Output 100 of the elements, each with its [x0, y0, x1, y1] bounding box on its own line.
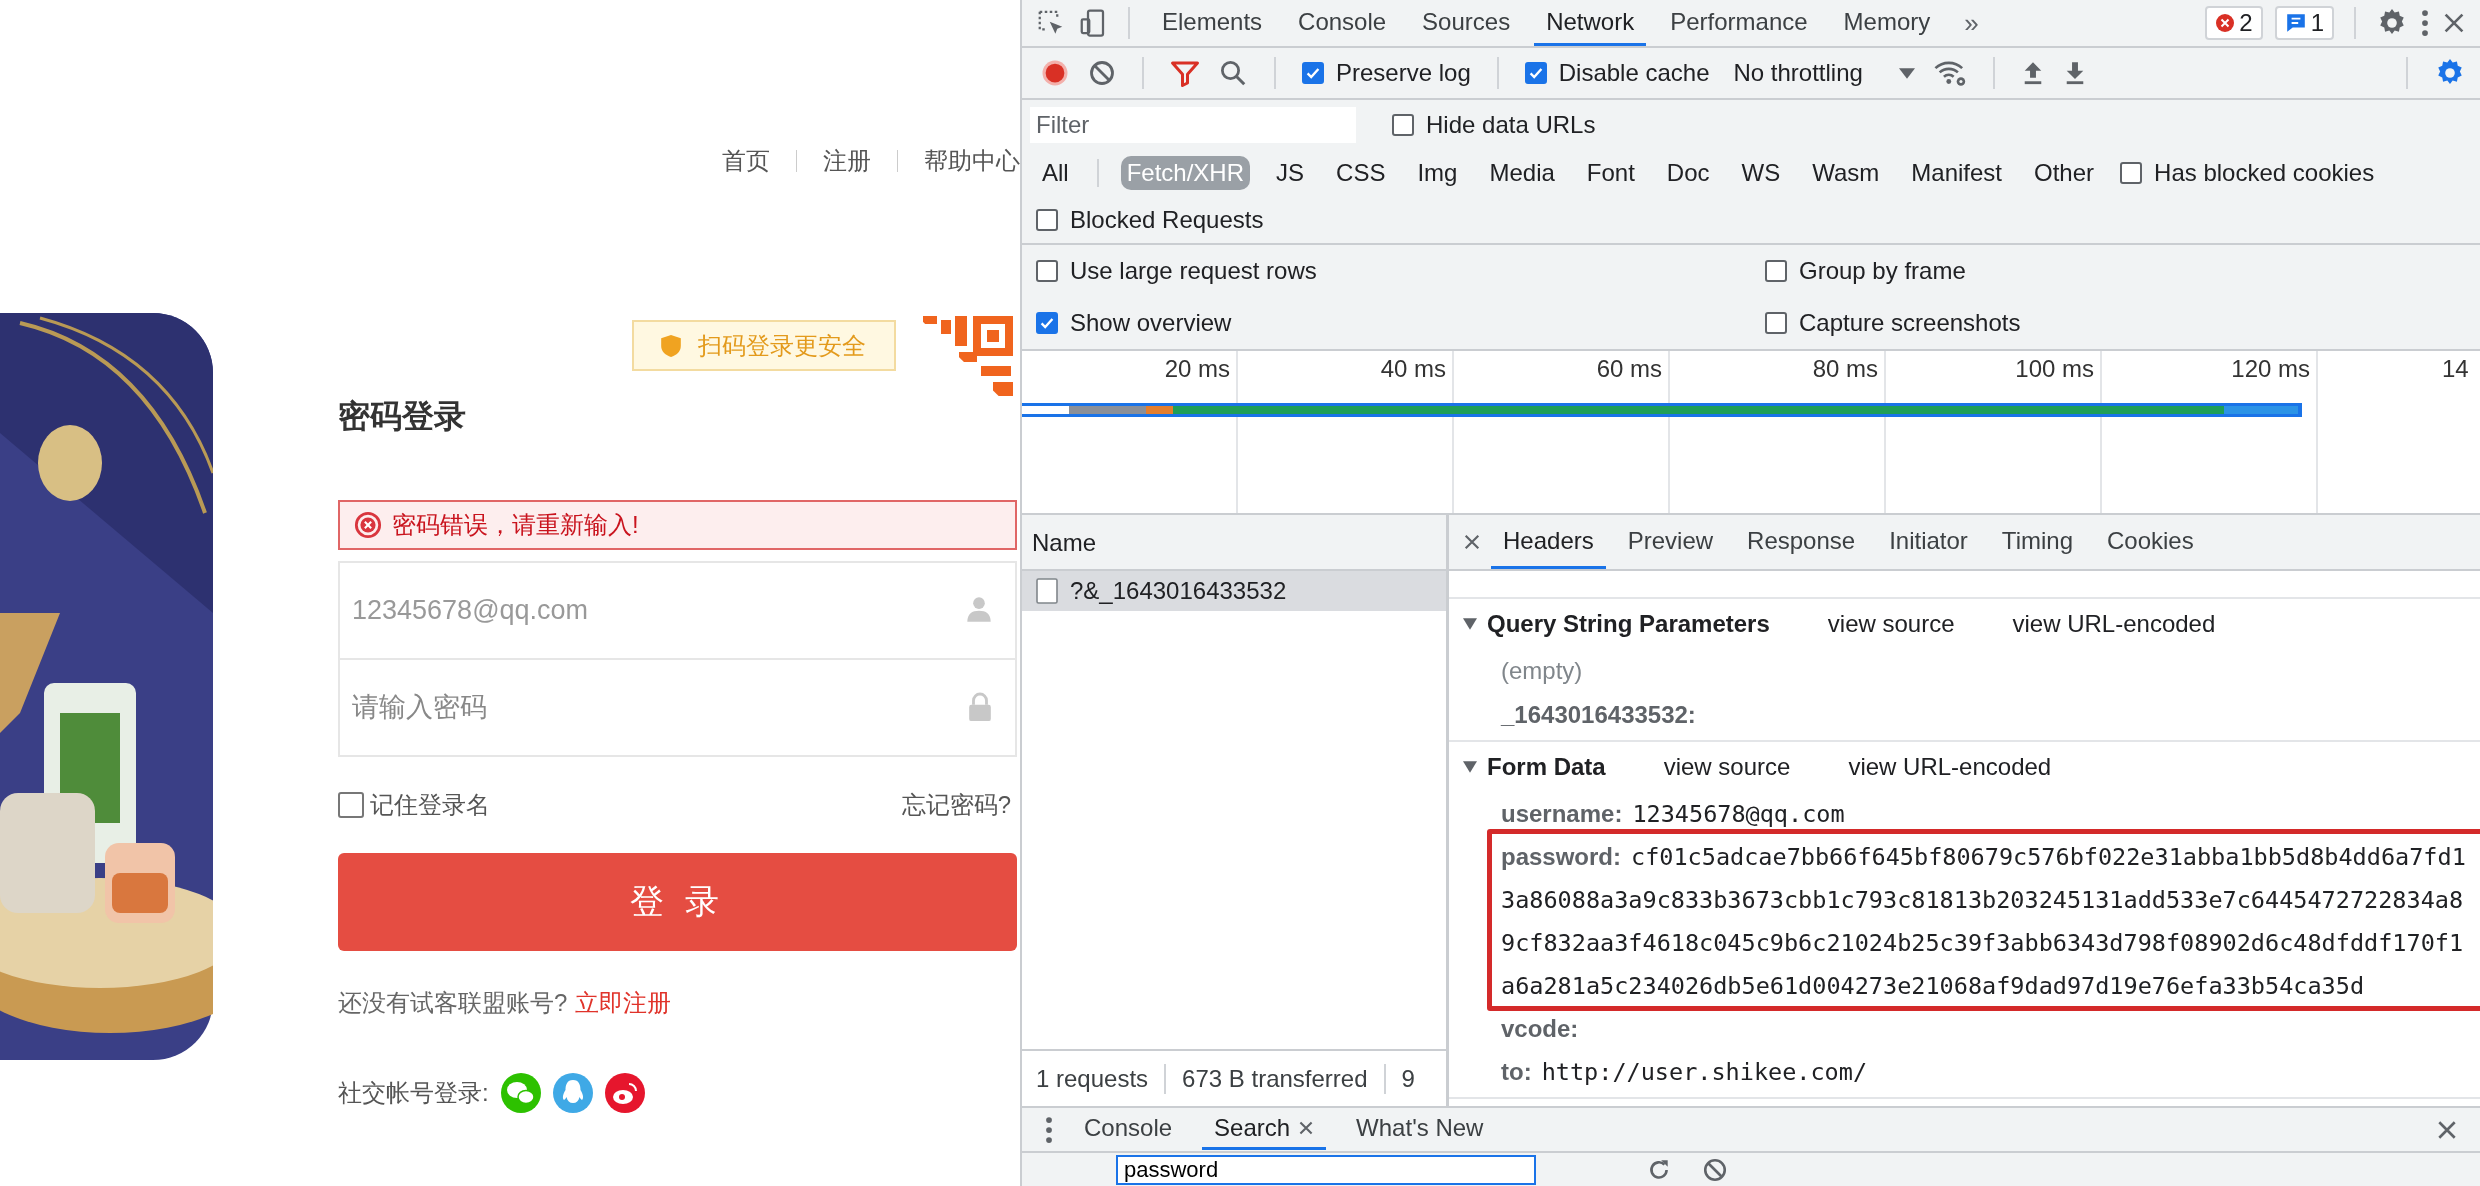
view-link[interactable]: view URL-encoded [2012, 610, 2216, 638]
filter-field[interactable]: Filter [1030, 106, 1356, 143]
checkbox[interactable] [1524, 62, 1547, 84]
checkbox[interactable] [338, 792, 364, 818]
checkbox[interactable] [2120, 162, 2143, 184]
checkbox-label: Preserve log [1336, 59, 1471, 87]
checkbox-label: Disable cache [1558, 59, 1710, 87]
panel-tab[interactable]: Performance [1658, 0, 1820, 46]
social-login-label: 社交帐号登录: [338, 1078, 489, 1108]
type-filter[interactable]: Manifest [1905, 156, 2008, 190]
checkbox-label: Hide data URLs [1426, 110, 1596, 139]
register-link[interactable]: 立即注册 [575, 987, 672, 1019]
lock-icon [967, 692, 993, 722]
penguin-icon[interactable] [552, 1073, 593, 1113]
checkbox-label: 记住登录名 [370, 790, 490, 820]
detail-tab[interactable]: Cookies [2095, 515, 2206, 569]
clear-icon[interactable] [1702, 1156, 1728, 1183]
status-text: 1 requests [1036, 1064, 1149, 1093]
column-header[interactable]: Name [1022, 515, 1446, 571]
nav-link[interactable]: 帮助中心 [924, 145, 1020, 177]
login-button[interactable]: 登 录 [338, 853, 1017, 951]
checkbox[interactable] [1765, 260, 1787, 282]
panel-tab[interactable]: Console [1286, 0, 1399, 46]
more-options-icon[interactable] [1044, 1114, 1054, 1145]
view-link[interactable]: view source [1663, 753, 1791, 781]
param-value: a6a281a5c234026db5e61d004273e21068af9dad97d19e76efa33b54ca35d [1501, 971, 2365, 1000]
close-icon[interactable] [1298, 1120, 1315, 1136]
error-count-badge[interactable]: 2 [2205, 6, 2263, 40]
message-icon [2284, 12, 2307, 34]
request-row[interactable]: ?&_1643016433532 [1022, 571, 1446, 611]
param-value: cf01c5adcae7bb66f645bf80679c576bf022e31abba1bb5d8b4dd6a7fd1 [1631, 842, 2466, 871]
param-key: to: [1501, 1057, 1532, 1086]
request-name: ?&_1643016433532 [1070, 577, 1287, 605]
swirl-icon[interactable] [604, 1073, 645, 1113]
param-key: _1643016433532: [1501, 700, 1696, 729]
checkbox[interactable] [1036, 209, 1058, 231]
checkbox[interactable] [1302, 62, 1324, 84]
status-text: 9 [1401, 1064, 1415, 1093]
param-value: 9cf832aa3f4618c045c9b6c21024b25c39f3abb6343d798f08902d6c48dfddf170f1 [1501, 928, 2464, 957]
checkbox-label: Group by frame [1799, 257, 1966, 285]
message-count-badge[interactable]: 1 [2274, 6, 2334, 40]
view-link[interactable]: view source [1827, 610, 1955, 638]
section-title[interactable]: Form Data [1487, 753, 1606, 781]
detail-tab[interactable]: Headers [1491, 515, 1606, 569]
nav-link[interactable]: 首页 [722, 145, 770, 177]
type-filter[interactable]: JS [1270, 156, 1311, 190]
message-count: 1 [2310, 9, 2324, 37]
type-filter[interactable]: Img [1411, 156, 1464, 190]
forgot-password-link[interactable]: 忘记密码? [901, 789, 1017, 821]
detail-tab[interactable]: Timing [1989, 515, 2085, 569]
record-icon[interactable] [1040, 58, 1070, 88]
type-filter[interactable]: Media [1483, 156, 1561, 190]
close-icon[interactable] [1463, 533, 1481, 551]
document-icon [1036, 578, 1058, 604]
type-filter[interactable]: All [1036, 156, 1075, 190]
search-icon[interactable] [1218, 58, 1248, 88]
section-title[interactable]: Query String Parameters [1487, 610, 1770, 638]
error-count: 2 [2239, 9, 2253, 37]
time-tick: 14 [2442, 355, 2469, 383]
type-filter[interactable]: Doc [1660, 156, 1716, 190]
time-tick: 120 ms [2231, 355, 2310, 383]
expanded-triangle-icon[interactable] [1463, 761, 1477, 773]
expanded-triangle-icon[interactable] [1463, 618, 1477, 630]
param-key: username: [1501, 799, 1623, 828]
checkbox-label: Show overview [1070, 309, 1232, 337]
detail-tab[interactable]: Preview [1615, 515, 1726, 569]
checkbox[interactable] [1036, 312, 1058, 334]
view-link[interactable]: view URL-encoded [1848, 753, 2052, 781]
close-icon[interactable] [2442, 11, 2466, 35]
shield-icon [660, 333, 682, 358]
throttling-dropdown[interactable]: No throttling [1733, 59, 1915, 87]
param-key: password: [1501, 842, 1622, 871]
drawer-tab[interactable]: What's New [1344, 1109, 1496, 1150]
time-tick: 40 ms [1380, 355, 1446, 383]
clear-icon[interactable] [1088, 59, 1116, 87]
checkbox-label: Capture screenshots [1799, 309, 2021, 337]
checkbox-label: Has blocked cookies [2154, 159, 2375, 187]
register-prompt: 还没有试客联盟账号? [338, 988, 568, 1018]
panel-tab[interactable]: Memory [1831, 0, 1943, 46]
more-options-icon[interactable] [2420, 8, 2430, 38]
panel-tab[interactable]: Sources [1410, 0, 1523, 46]
checkbox[interactable] [1392, 113, 1414, 136]
drawer-tab[interactable]: Search [1202, 1109, 1327, 1150]
type-filter[interactable]: Wasm [1806, 156, 1886, 190]
detail-tab[interactable]: Initiator [1877, 515, 1980, 569]
panel-tab[interactable]: Elements [1150, 0, 1275, 46]
checkbox-label: Use large request rows [1070, 257, 1317, 285]
type-filter[interactable]: WS [1735, 156, 1787, 190]
detail-tab[interactable]: Response [1735, 515, 1868, 569]
search-field[interactable]: password [1116, 1154, 1536, 1185]
checkbox[interactable] [1036, 260, 1058, 282]
more-tabs-button[interactable]: » [1954, 7, 1989, 39]
nav-link[interactable]: 注册 [823, 145, 871, 177]
drawer-tab[interactable]: Console [1072, 1109, 1185, 1150]
type-filter[interactable]: Font [1580, 156, 1641, 190]
type-filter[interactable]: Other [2028, 156, 2101, 190]
empty-note: (empty) [1500, 656, 1584, 686]
checkbox[interactable] [1765, 312, 1787, 334]
password-field[interactable]: 请输入密码 [338, 658, 1017, 757]
type-filter[interactable]: CSS [1330, 156, 1392, 190]
